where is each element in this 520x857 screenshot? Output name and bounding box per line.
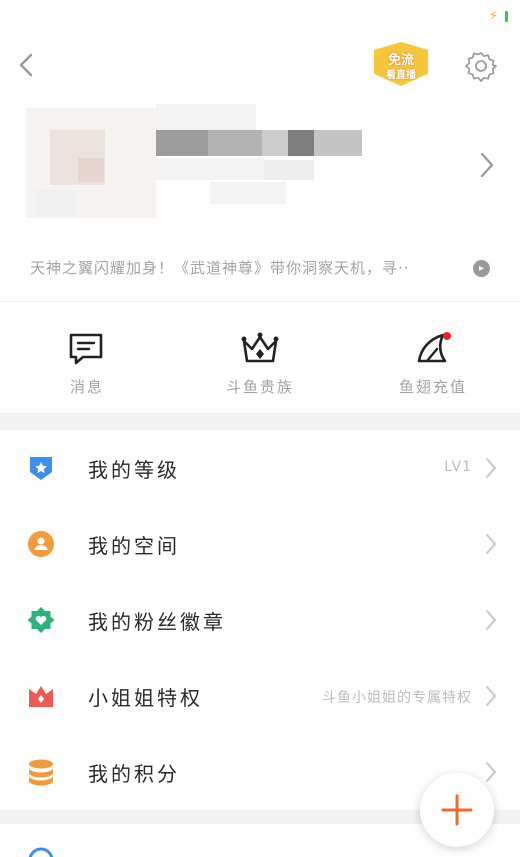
menu-label: 我的积分 <box>88 762 180 786</box>
profile-chevron-right-icon <box>480 152 494 178</box>
menu-label: 我的等级 <box>88 458 180 482</box>
space-person-icon <box>28 531 54 557</box>
back-icon[interactable] <box>14 50 38 80</box>
menu-item-privilege[interactable]: 小姐姐特权 斗鱼小姐姐的专属特权 <box>0 658 520 734</box>
chevron-right-icon <box>486 762 496 782</box>
quick-action-nobility[interactable]: 斗鱼贵族 <box>173 303 347 413</box>
free-data-live-badge[interactable]: 免流 看直播 <box>374 42 428 86</box>
badge-line2: 看直播 <box>386 70 416 81</box>
menu-label: 我的空间 <box>88 534 180 558</box>
battery-icon <box>505 11 508 22</box>
announcement-arrow-icon: ▸ <box>473 260 490 277</box>
menu-value: LV1 <box>444 459 472 475</box>
quick-action-messages[interactable]: 消息 <box>0 303 174 413</box>
circle-icon <box>28 847 54 857</box>
menu-item-space[interactable]: 我的空间 <box>0 506 520 582</box>
quick-action-label: 鱼翅充值 <box>398 378 467 396</box>
add-fab-button[interactable] <box>420 773 494 847</box>
settings-gear-icon[interactable] <box>465 50 497 82</box>
announcement-text: 天神之翼闪耀加身！《武道神尊》带你洞察天机，寻·· <box>30 259 410 277</box>
menu-value: 斗鱼小姐姐的专属特权 <box>322 690 472 706</box>
quick-actions: 消息 斗鱼贵族 鱼翅充值 <box>0 303 520 413</box>
quick-action-label: 斗鱼贵族 <box>225 378 294 396</box>
menu-label: 小姐姐特权 <box>88 686 203 710</box>
quick-action-label: 消息 <box>69 378 104 396</box>
menu-item-fan-badge[interactable]: 我的粉丝徽章 <box>0 582 520 658</box>
fan-badge-icon <box>27 607 55 633</box>
announcement-bar[interactable]: 天神之翼闪耀加身！《武道神尊》带你洞察天机，寻·· ▸ <box>0 245 520 291</box>
chevron-right-icon <box>486 458 496 478</box>
chevron-right-icon <box>486 534 496 554</box>
chevron-right-icon <box>486 610 496 630</box>
chevron-right-icon <box>486 686 496 706</box>
points-coins-icon <box>29 759 53 786</box>
level-shield-icon <box>30 457 52 480</box>
header <box>0 32 520 102</box>
divider <box>0 301 520 302</box>
crown-icon <box>241 332 279 363</box>
message-icon <box>69 333 103 365</box>
status-bar: ⚡ <box>0 0 520 32</box>
menu-label: 我的粉丝徽章 <box>88 610 226 634</box>
privilege-crown-icon <box>29 686 53 707</box>
menu-item-level[interactable]: 我的等级 LV1 <box>0 430 520 506</box>
plus-icon <box>441 794 473 826</box>
section-gap <box>0 413 520 430</box>
notification-dot <box>443 332 451 340</box>
profile-card[interactable] <box>0 100 520 240</box>
quick-action-recharge[interactable]: 鱼翅充值 <box>346 303 520 413</box>
charging-icon: ⚡ <box>488 9 498 24</box>
